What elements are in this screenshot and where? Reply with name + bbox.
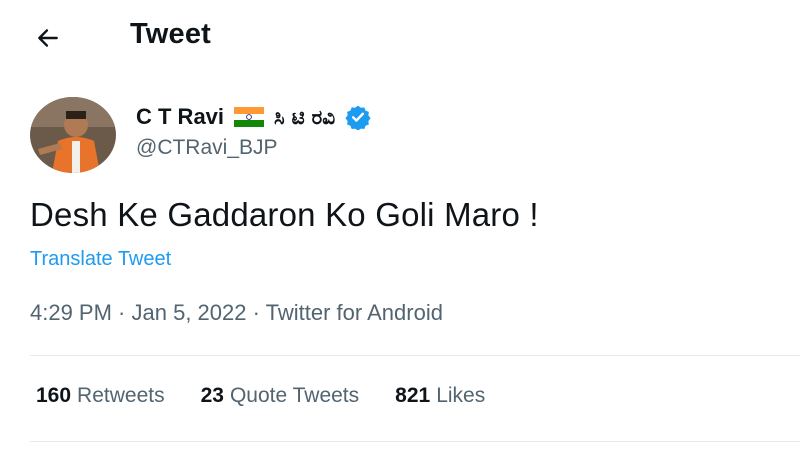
divider — [30, 441, 800, 442]
tweet-date[interactable]: Jan 5, 2022 — [132, 300, 247, 325]
avatar[interactable] — [30, 97, 116, 173]
tweet-stats: 160 Retweets 23 Quote Tweets 821 Likes — [36, 384, 485, 408]
india-flag-icon — [234, 107, 265, 127]
meta-separator: · — [111, 300, 132, 325]
user-handle[interactable]: @CTRavi_BJP — [136, 136, 371, 160]
page-title: Tweet — [130, 18, 212, 50]
verified-badge-icon — [345, 104, 371, 131]
retweets-label: Retweets — [77, 384, 165, 407]
tweet-author: C T Ravi ಸಿ ಟಿ ರವಿ @CTRavi_BJP — [136, 100, 371, 160]
back-button[interactable] — [32, 22, 64, 54]
tweet-text: Desh Ke Gaddaron Ko Goli Maro ! — [30, 196, 539, 233]
translate-tweet-link[interactable]: Translate Tweet — [30, 248, 171, 271]
divider — [30, 355, 800, 356]
likes-stat[interactable]: 821 Likes — [395, 384, 485, 408]
quote-tweets-count: 23 — [200, 384, 224, 407]
retweets-stat[interactable]: 160 Retweets — [36, 384, 165, 408]
tweet-source[interactable]: Twitter for Android — [266, 300, 443, 325]
tweet-time[interactable]: 4:29 PM — [30, 300, 112, 325]
display-name[interactable]: C T Ravi — [136, 104, 224, 130]
retweets-count: 160 — [36, 384, 72, 407]
display-name-kannada: ಸಿ ಟಿ ರವಿ — [274, 105, 336, 129]
likes-count: 821 — [395, 384, 431, 407]
arrow-left-icon — [38, 29, 58, 47]
likes-label: Likes — [436, 384, 486, 407]
tweet-header: Tweet — [0, 0, 800, 75]
quote-tweets-label: Quote Tweets — [229, 384, 360, 407]
quote-tweets-stat[interactable]: 23 Quote Tweets — [201, 384, 360, 408]
tweet-meta: 4:29 PM · Jan 5, 2022 · Twitter for Andr… — [30, 300, 443, 326]
meta-separator: · — [246, 300, 266, 325]
